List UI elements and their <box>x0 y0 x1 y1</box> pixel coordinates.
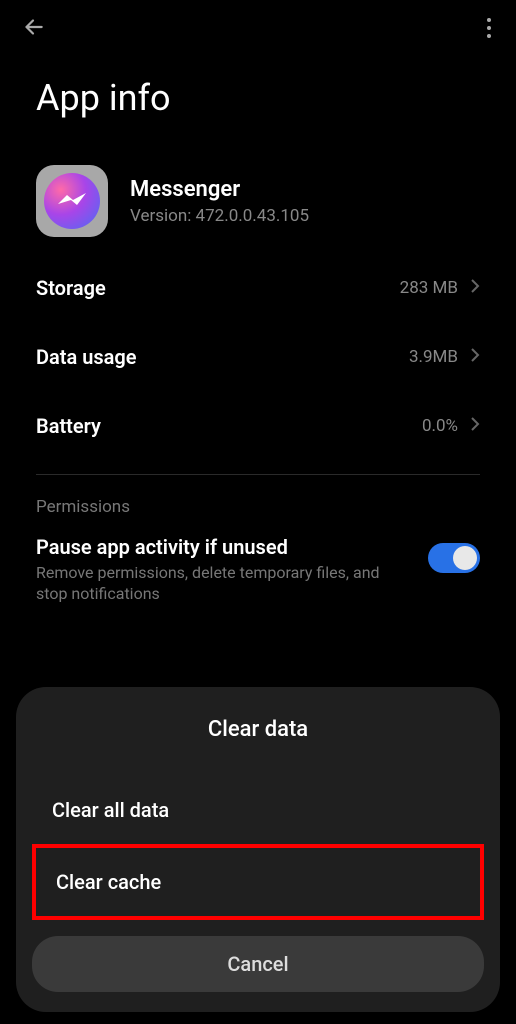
divider <box>36 474 480 475</box>
battery-row[interactable]: Battery 0.0% <box>0 391 516 460</box>
app-name: Messenger <box>130 177 309 202</box>
app-icon <box>36 165 108 237</box>
pause-activity-title: Pause app activity if unused <box>36 535 412 559</box>
clear-all-data-option[interactable]: Clear all data <box>32 776 484 844</box>
sheet-title: Clear data <box>32 717 484 742</box>
clear-data-sheet: Clear data Clear all data Clear cache Ca… <box>16 687 500 1012</box>
clear-cache-option[interactable]: Clear cache <box>32 844 484 920</box>
more-options-icon[interactable] <box>486 17 496 45</box>
chevron-right-icon <box>470 413 480 438</box>
page-title: App info <box>0 57 516 149</box>
pause-activity-row[interactable]: Pause app activity if unused Remove perm… <box>0 529 516 611</box>
chevron-right-icon <box>470 275 480 300</box>
back-arrow-icon[interactable] <box>20 14 46 47</box>
storage-row[interactable]: Storage 283 MB <box>0 253 516 322</box>
pause-activity-toggle[interactable] <box>428 543 480 573</box>
app-header-row: Messenger Version: 472.0.0.43.105 <box>0 149 516 253</box>
chevron-right-icon <box>470 344 480 369</box>
cancel-button[interactable]: Cancel <box>32 936 484 992</box>
storage-value: 283 MB <box>400 278 458 298</box>
data-usage-label: Data usage <box>36 345 137 369</box>
pause-activity-desc: Remove permissions, delete temporary fil… <box>36 563 412 605</box>
battery-value: 0.0% <box>422 416 458 436</box>
messenger-bolt-icon <box>56 192 88 210</box>
data-usage-value: 3.9MB <box>409 347 458 367</box>
toggle-knob <box>453 546 477 570</box>
data-usage-row[interactable]: Data usage 3.9MB <box>0 322 516 391</box>
battery-label: Battery <box>36 414 101 438</box>
permissions-section-label: Permissions <box>0 497 516 529</box>
app-version: Version: 472.0.0.43.105 <box>130 206 309 226</box>
storage-label: Storage <box>36 276 106 300</box>
